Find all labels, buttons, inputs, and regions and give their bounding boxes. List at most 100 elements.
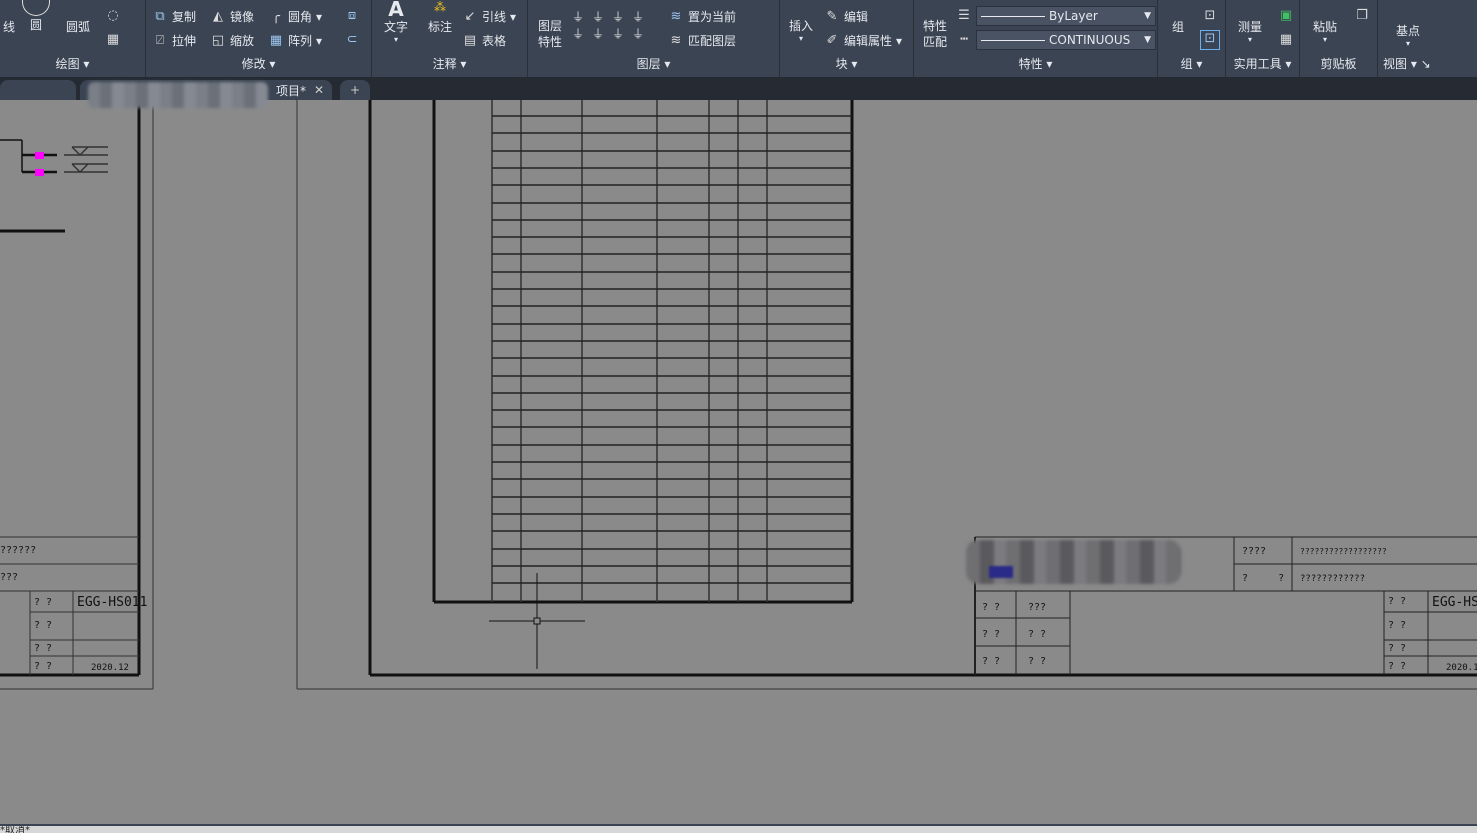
layer-properties-button[interactable]: 图层 特性	[532, 18, 568, 50]
group-modify: ⧉ 复制 ◭ 镜像 ╭ 圆角 ▾ ⍁ 拉伸 ◱ 缩放 ▦ 阵列 ▾ ⧈ ⊂ 修改 ▾	[146, 0, 372, 77]
group-view-label[interactable]: 视图 ▾ ↘	[1383, 55, 1477, 72]
right-title-text: ??????????????????	[1300, 547, 1387, 556]
document-tab-label: 项目*	[276, 83, 307, 98]
right-title-q: ???	[1028, 602, 1046, 613]
measure-button[interactable]: 测量 ▾	[1232, 18, 1268, 44]
quick-select-icon[interactable]: ▣	[1278, 8, 1294, 24]
stretch-label: 拉伸	[172, 34, 197, 48]
calculator-icon[interactable]: ▦	[1278, 32, 1294, 48]
set-current-button[interactable]: ≋ 置为当前	[668, 8, 736, 25]
group-view: 基点 ▾ 视图 ▾ ↘	[1378, 0, 1477, 77]
table-icon: ▤	[463, 32, 477, 48]
group-properties-label[interactable]: 特性 ▾	[914, 55, 1157, 72]
linetype-dropdown[interactable]: CONTINUOUS ▼	[976, 30, 1156, 50]
group-modify-label[interactable]: 修改 ▾	[146, 55, 371, 72]
close-tab-icon[interactable]: ✕	[314, 83, 324, 97]
hatch-icon[interactable]: ▦	[105, 32, 121, 48]
linetype-icon: ┅	[960, 32, 968, 47]
group-draw: 线 圆 圆弧 ◌ ▦ 绘图 ▾	[0, 0, 146, 77]
copy-button[interactable]: ⧉ 复制	[152, 8, 196, 25]
main-sheet-frame	[296, 100, 1477, 690]
left-drawing-code: EGG-HS011	[77, 595, 147, 610]
right-title-q: ? ?	[1388, 620, 1406, 631]
lineweight-dropdown[interactable]: ByLayer ▼	[976, 6, 1156, 26]
fillet-icon: ╭	[272, 8, 280, 24]
left-title-q: ? ?	[34, 620, 52, 631]
group-groups: 组 ⊡ ⊡ 组 ▾	[1158, 0, 1226, 77]
group-groups-label[interactable]: 组 ▾	[1158, 55, 1225, 72]
right-title-q: ? ?	[982, 656, 1000, 667]
left-title-q: ? ?	[34, 643, 52, 654]
layer-tool-icons[interactable]: ⏚⏚⏚⏚ ⏚⏚⏚⏚	[572, 8, 652, 42]
redacted-logo	[989, 566, 1013, 578]
start-tab[interactable]	[0, 80, 76, 100]
group-clipboard-label[interactable]: 剪贴板	[1300, 55, 1377, 72]
group-properties: 特性 匹配 ☰ ┅ ByLayer ▼ CONTINUOUS ▼ 特性 ▾	[914, 0, 1158, 77]
left-title-text: ??????	[0, 545, 36, 556]
circle-icon	[22, 0, 50, 16]
explode-icon[interactable]: ⧈	[344, 8, 360, 24]
schematic-symbols	[0, 139, 108, 174]
group-block-label[interactable]: 块 ▾	[780, 55, 913, 72]
new-tab-button[interactable]: +	[340, 80, 370, 100]
table-button[interactable]: ▤ 表格	[462, 32, 506, 49]
group-annotation-label[interactable]: 注释 ▾	[372, 55, 527, 72]
match-layer-icon: ≋	[670, 32, 682, 48]
ellipse-icon[interactable]: ◌	[105, 8, 121, 24]
group-button[interactable]: 组	[1168, 18, 1188, 35]
scale-button[interactable]: ◱ 缩放	[210, 32, 254, 49]
group-utilities-label[interactable]: 实用工具 ▾	[1226, 55, 1299, 72]
group-edit-icon[interactable]: ⊡	[1202, 8, 1218, 24]
edit-attributes-button[interactable]: ✐ 编辑属性 ▾	[824, 32, 903, 49]
scale-label: 缩放	[230, 34, 255, 48]
stretch-button[interactable]: ⍁ 拉伸	[152, 32, 196, 49]
circle-label: 圆	[29, 18, 42, 32]
command-line[interactable]: *取消*	[0, 824, 1477, 833]
right-title-q: ? ?	[1028, 656, 1046, 667]
circle-button[interactable]: 圆	[22, 0, 50, 33]
polyline-button[interactable]: 线	[0, 18, 18, 35]
leader-button[interactable]: ↙ 引线 ▾	[462, 8, 517, 25]
mirror-button[interactable]: ◭ 镜像	[210, 8, 254, 25]
group-layers: 图层 特性 ⏚⏚⏚⏚ ⏚⏚⏚⏚ ≋ 置为当前 ≋ 匹配图层 图层 ▾	[528, 0, 780, 77]
copy-clip-icon[interactable]: ❐	[1354, 8, 1370, 24]
left-title-text: ???	[0, 572, 18, 583]
right-drawing-code: EGG-HS	[1432, 595, 1477, 610]
group-select-icon[interactable]: ⊡	[1200, 30, 1220, 50]
match-properties-button[interactable]: 特性 匹配	[918, 18, 952, 50]
group-clipboard: 粘贴 ▾ ❐ 剪贴板	[1300, 0, 1378, 77]
array-button[interactable]: ▦ 阵列 ▾	[268, 32, 322, 49]
paste-button[interactable]: 粘贴 ▾	[1310, 18, 1340, 44]
right-title-q: ? ?	[1388, 596, 1406, 607]
grip-marker[interactable]	[35, 169, 44, 176]
crosshair-cursor	[489, 573, 585, 669]
group-layers-label[interactable]: 图层 ▾	[528, 55, 779, 72]
fillet-button[interactable]: ╭ 圆角 ▾	[268, 8, 322, 25]
right-title-q: ? ?	[1028, 629, 1046, 640]
base-view-button[interactable]: 基点 ▾	[1392, 22, 1424, 48]
group-block: 插入 ▾ ✎ 编辑 ✐ 编辑属性 ▾ 块 ▾	[780, 0, 914, 77]
right-title-q: ? ?	[1388, 661, 1406, 672]
right-title-text: ????	[1242, 546, 1266, 557]
block-edit-button[interactable]: ✎ 编辑	[824, 8, 868, 25]
drawing-canvas[interactable]: ?????? ??? ? ? ? ? ? ? ? ? EGG-HS011 202…	[0, 0, 1477, 833]
offset-icon[interactable]: ⊂	[344, 32, 360, 48]
array-icon: ▦	[269, 32, 283, 48]
insert-button[interactable]: 插入 ▾	[786, 17, 816, 43]
left-title-q: ? ?	[34, 661, 52, 672]
text-button[interactable]: A 文字 ▾	[380, 0, 412, 44]
leader-icon: ↙	[464, 8, 476, 24]
left-title-q: ? ?	[34, 597, 52, 608]
grip-marker[interactable]	[35, 152, 44, 159]
right-title-q: ? ?	[982, 602, 1000, 613]
group-draw-label[interactable]: 绘图 ▾	[0, 55, 145, 72]
block-edit-icon: ✎	[826, 8, 838, 24]
edit-attributes-icon: ✐	[826, 32, 838, 48]
match-layer-button[interactable]: ≋ 匹配图层	[668, 32, 736, 49]
dimension-icon: ⁂	[434, 0, 446, 14]
dimension-button[interactable]: ⁂ 标注	[424, 0, 456, 35]
lineweight-icon: ☰	[958, 8, 970, 23]
arc-button[interactable]: 圆弧	[62, 18, 94, 35]
left-date: 2020.12	[91, 663, 129, 673]
stretch-icon: ⍁	[156, 32, 164, 48]
